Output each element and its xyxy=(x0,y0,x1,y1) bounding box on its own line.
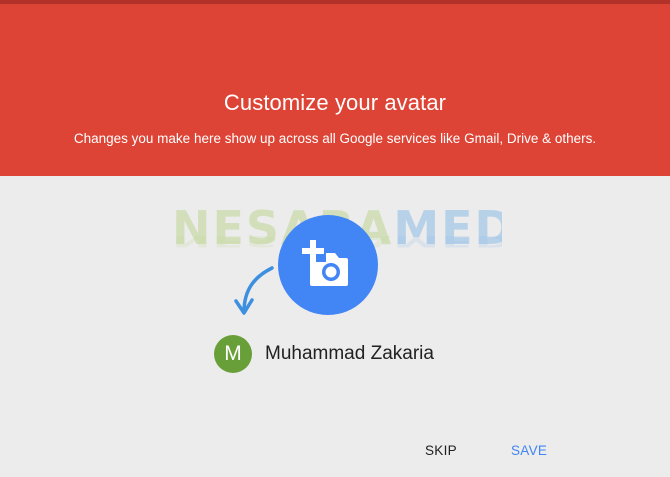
skip-button[interactable]: SKIP xyxy=(425,443,457,458)
page-subtitle: Changes you make here show up across all… xyxy=(73,131,597,146)
avatar: M xyxy=(214,335,252,373)
add-photo-icon xyxy=(302,240,348,286)
save-button[interactable]: SAVE xyxy=(511,443,547,458)
page-title: Customize your avatar xyxy=(223,90,447,115)
header-banner: Customize your avatar Changes you make h… xyxy=(0,4,670,176)
arrow-icon xyxy=(234,266,274,315)
user-name: Muhammad Zakaria xyxy=(265,343,434,364)
add-photo-button[interactable] xyxy=(278,215,378,315)
user-info: M Muhammad Zakaria xyxy=(214,334,434,374)
